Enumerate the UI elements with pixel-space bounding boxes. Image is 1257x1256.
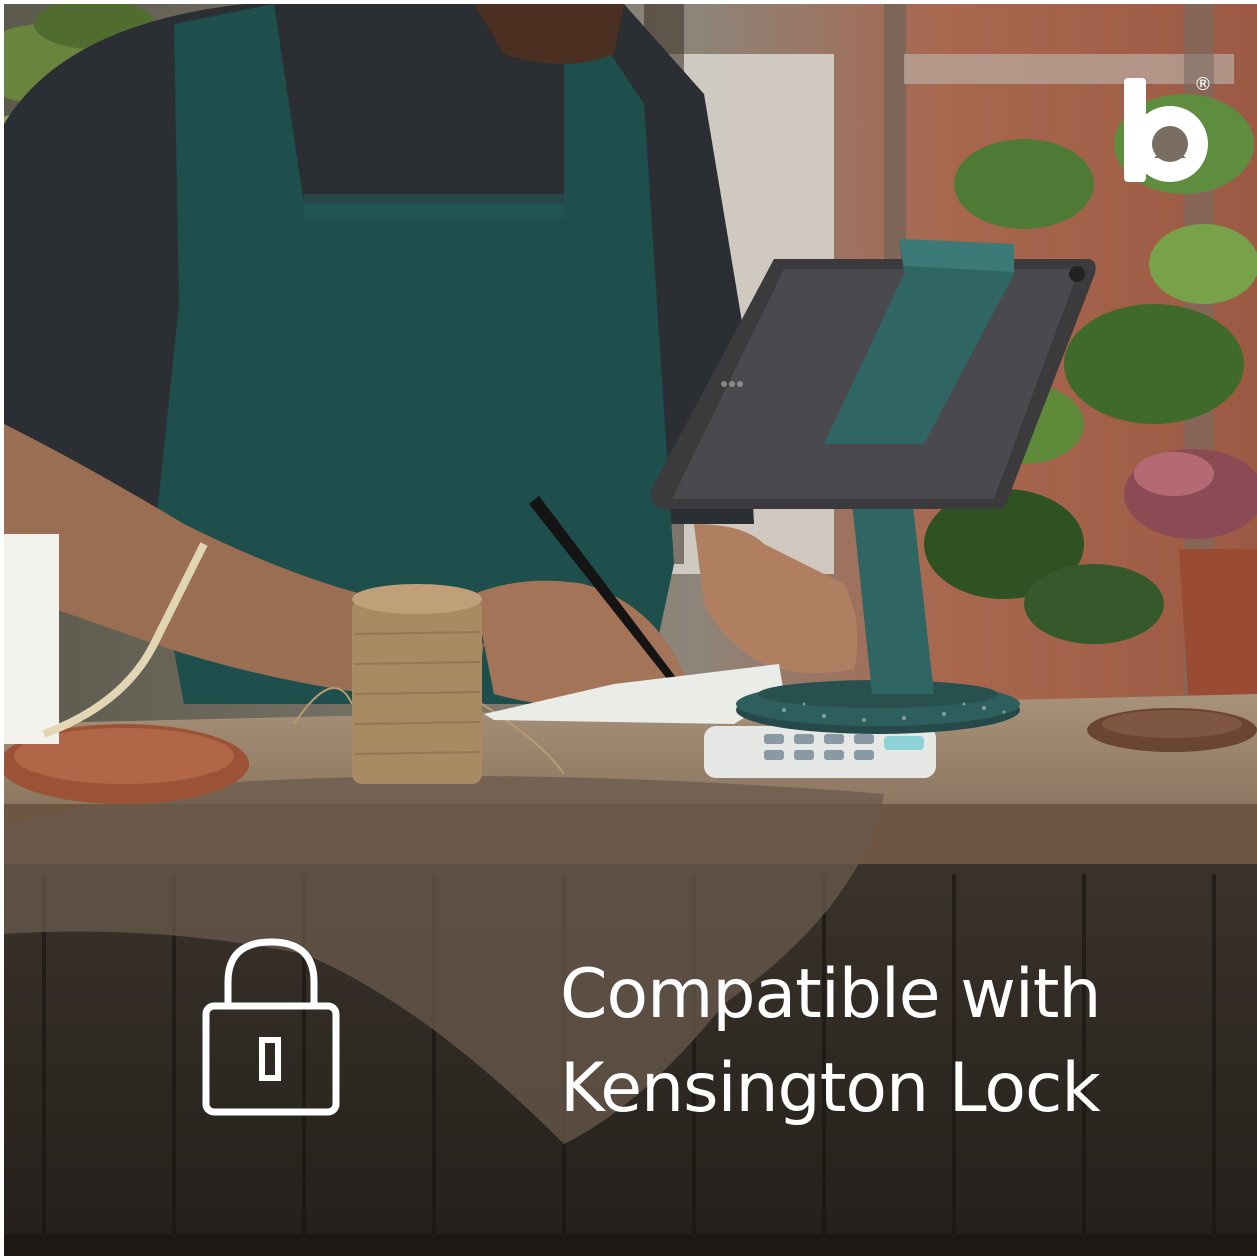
headline-line-2: Kensington Lock — [560, 1049, 1101, 1128]
brand-logo: ® — [1118, 72, 1218, 188]
feature-headline: Compatible with Kensington Lock — [560, 948, 1220, 1136]
lock-icon — [200, 936, 342, 1118]
registered-mark: ® — [1194, 74, 1212, 95]
headline-line-1: Compatible with — [560, 955, 1102, 1034]
card-reader — [704, 726, 936, 778]
